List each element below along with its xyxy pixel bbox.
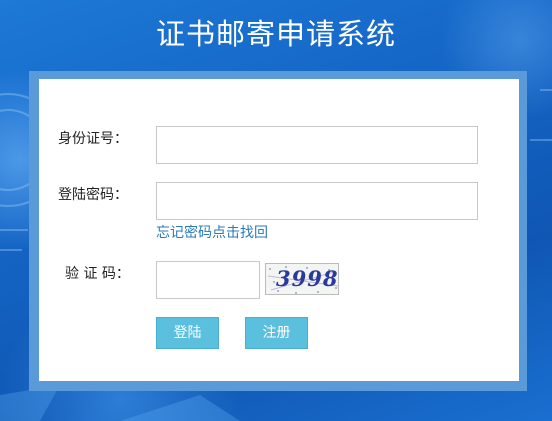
id-number-input[interactable] <box>156 126 478 164</box>
captcha-image[interactable]: 3998 <box>265 263 339 295</box>
page-title: 证书邮寄申请系统 <box>155 17 396 51</box>
captcha-label: 验 证 码： <box>65 266 130 282</box>
register-button[interactable]: 注册 <box>245 317 308 349</box>
password-input[interactable] <box>156 182 478 220</box>
forgot-password-link[interactable]: 忘记密码点击找回 <box>156 223 268 243</box>
captcha-text: 3998 <box>276 266 339 291</box>
login-button[interactable]: 登陆 <box>156 317 219 349</box>
captcha-input[interactable] <box>156 261 260 299</box>
password-label: 登陆密码： <box>58 187 128 203</box>
id-number-label: 身份证号： <box>58 131 128 147</box>
